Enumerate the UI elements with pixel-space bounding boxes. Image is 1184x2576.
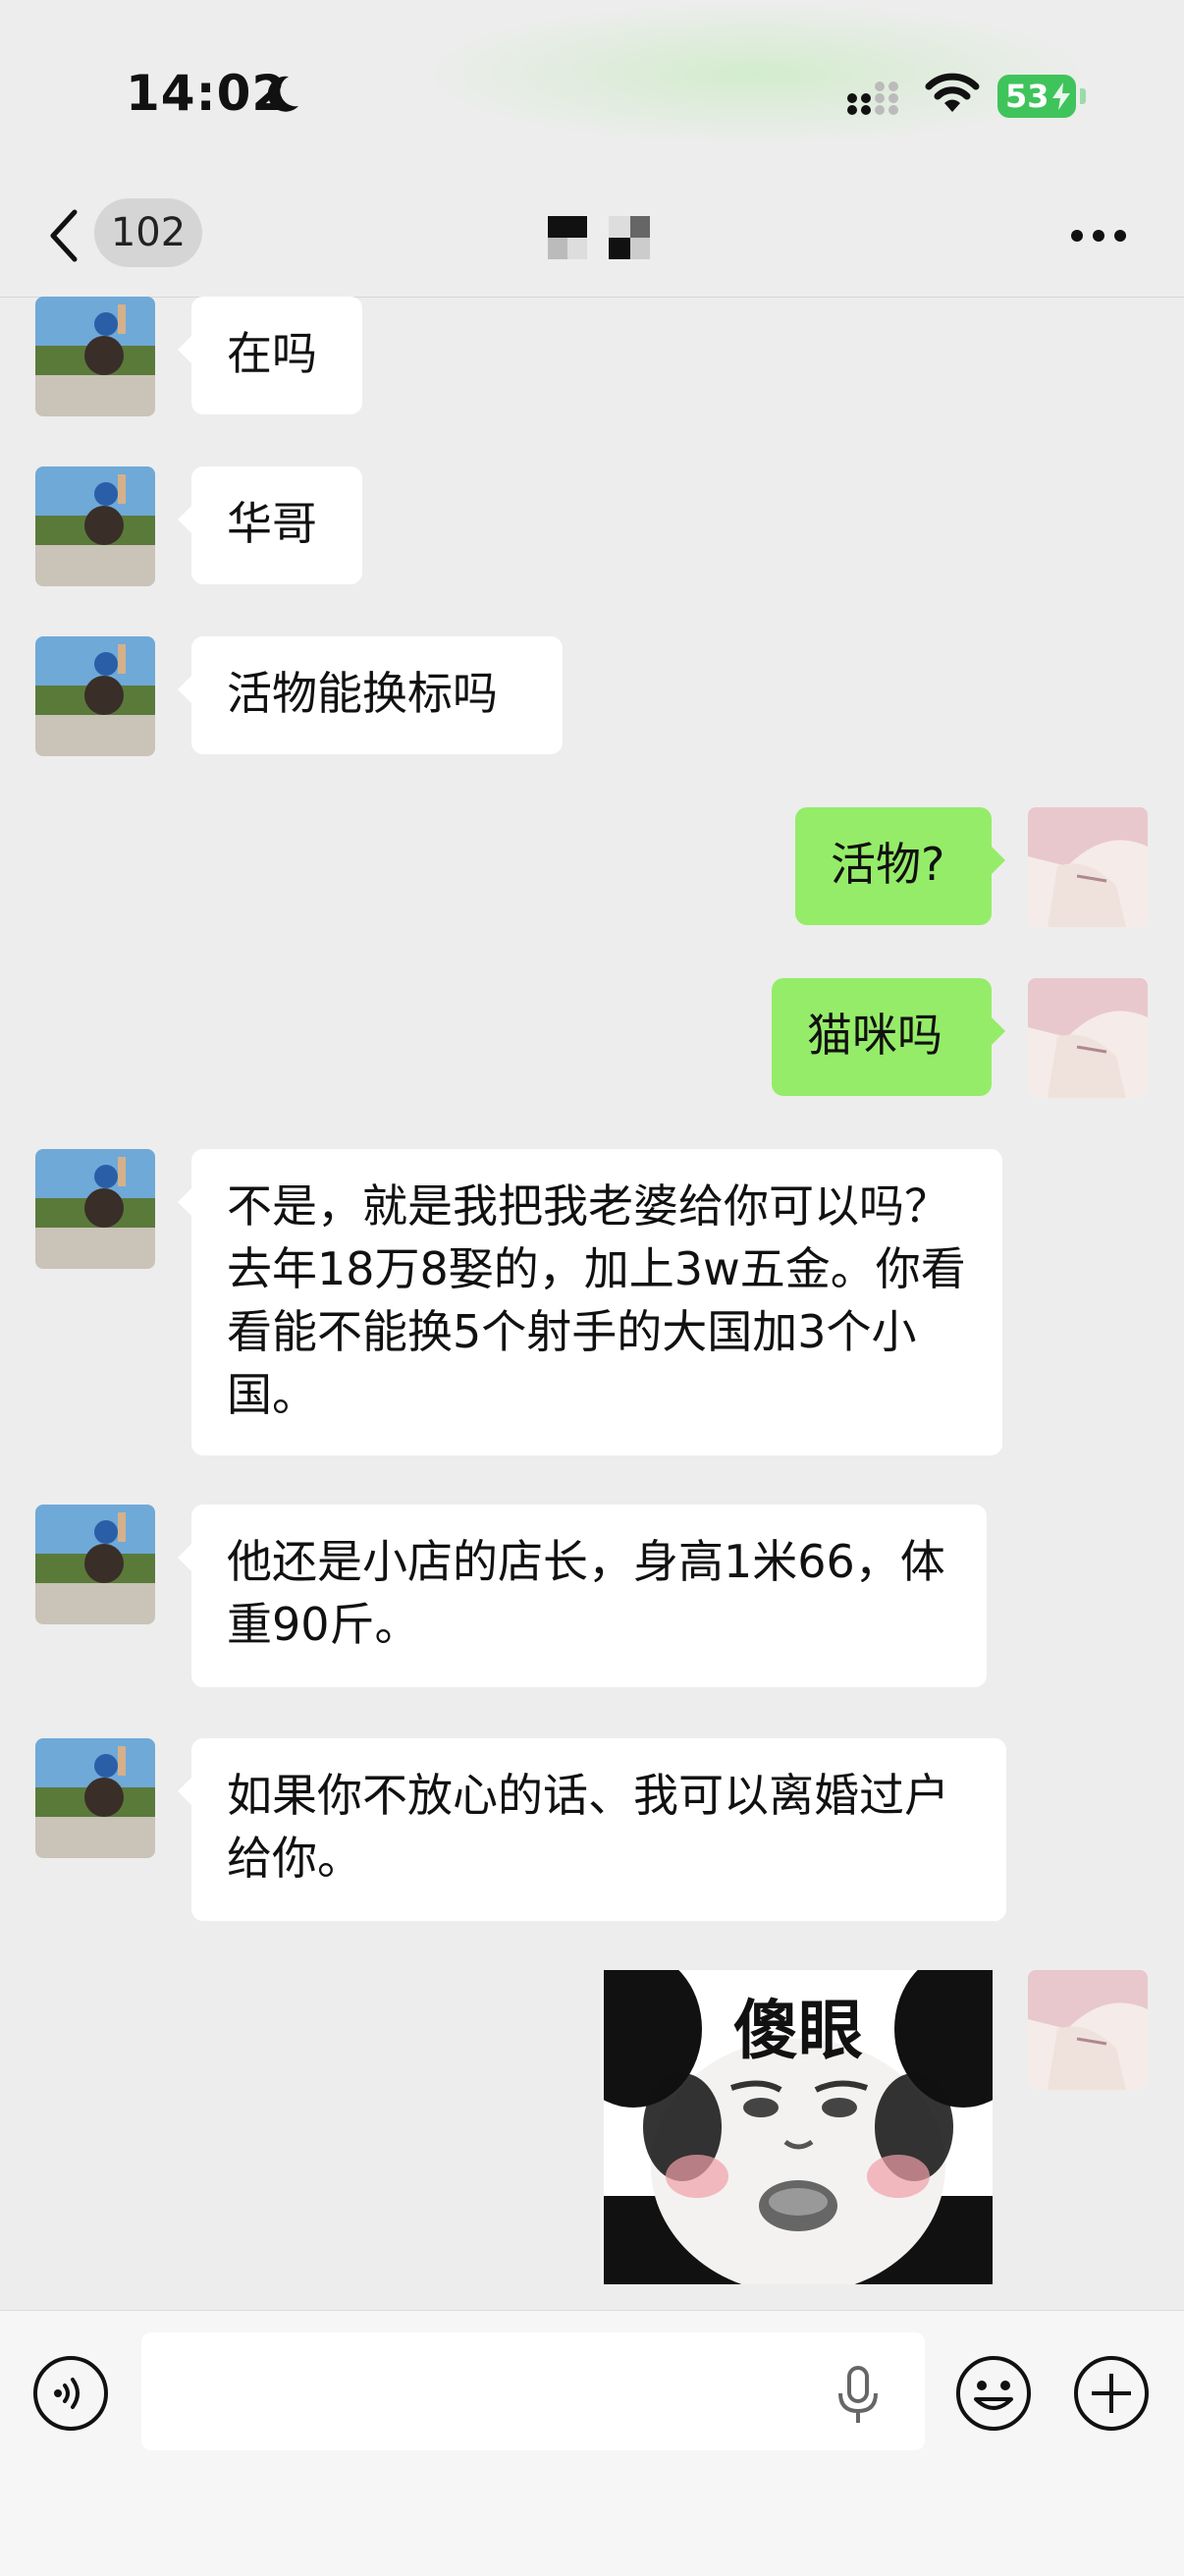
landscape-avatar-image (35, 466, 155, 586)
more-options-icon[interactable] (1070, 228, 1127, 244)
message-text: 华哥 (227, 497, 317, 550)
incoming-message-bubble[interactable]: 活物能换标吗 (178, 636, 563, 754)
emoji-icon[interactable] (954, 2354, 1033, 2433)
my-avatar[interactable] (1028, 807, 1148, 927)
contact-avatar[interactable] (35, 1738, 155, 1858)
microphone-icon[interactable] (834, 2364, 882, 2427)
message-text: 不是，就是我把我老婆给你可以吗？去年18万8娶的，加上3w五金。你看看能不能换5… (227, 1179, 966, 1421)
message-text: 活物? (831, 838, 945, 891)
message-text: 他还是小店的店长，身高1米66，体重90斤。 (227, 1535, 945, 1651)
plus-icon[interactable] (1072, 2354, 1151, 2433)
landscape-avatar-image (35, 1149, 155, 1269)
battery-level: 53 (1005, 78, 1049, 115)
panda-meme-sticker[interactable]: 傻眼 (604, 1970, 993, 2284)
outgoing-message-bubble[interactable]: 猫咪吗 (772, 978, 1005, 1096)
anime-avatar-image (1028, 978, 1148, 1098)
contact-avatar[interactable] (35, 466, 155, 586)
unread-count-badge[interactable]: 102 (94, 198, 202, 267)
landscape-avatar-image (35, 1505, 155, 1624)
contact-avatar[interactable] (35, 1149, 155, 1269)
my-avatar[interactable] (1028, 1970, 1148, 2090)
incoming-message-bubble[interactable]: 他还是小店的店长，身高1米66，体重90斤。 (178, 1505, 987, 1687)
sticker-caption: 傻眼 (733, 1993, 863, 2068)
landscape-avatar-image (35, 636, 155, 756)
status-bar-glow (412, 0, 1100, 147)
contact-avatar[interactable] (35, 297, 155, 416)
chat-input-bar (0, 2310, 1184, 2576)
voice-toggle-icon[interactable] (31, 2354, 110, 2433)
landscape-avatar-image (35, 297, 155, 416)
incoming-message-bubble[interactable]: 如果你不放心的话、我可以离婚过户给你。 (178, 1738, 1006, 1921)
my-avatar[interactable] (1028, 978, 1148, 1098)
charging-bolt-icon (1052, 82, 1070, 110)
message-input[interactable] (141, 2332, 925, 2450)
incoming-message-bubble[interactable]: 不是，就是我把我老婆给你可以吗？去年18万8娶的，加上3w五金。你看看能不能换5… (178, 1149, 1002, 1455)
chat-header: 102 (0, 177, 1184, 298)
anime-avatar-image (1028, 1970, 1148, 2090)
back-chevron-icon[interactable] (45, 204, 84, 267)
message-text: 猫咪吗 (807, 1009, 942, 1062)
anime-avatar-image (1028, 807, 1148, 927)
battery-cap (1080, 88, 1086, 104)
message-text: 如果你不放心的话、我可以离婚过户给你。 (227, 1769, 949, 1885)
wifi-icon (925, 73, 980, 112)
message-text: 在吗 (227, 327, 317, 380)
cellular-signal-icon (847, 82, 898, 115)
contact-avatar[interactable] (35, 1505, 155, 1624)
incoming-message-bubble[interactable]: 华哥 (178, 466, 362, 584)
outgoing-message-bubble[interactable]: 活物? (795, 807, 1005, 925)
status-bar: 14:02 53 (0, 0, 1184, 177)
incoming-message-bubble[interactable]: 在吗 (178, 297, 362, 414)
pixelated-contact-name (548, 216, 650, 259)
battery-indicator: 53 (997, 75, 1076, 118)
message-text: 活物能换标吗 (227, 667, 498, 720)
landscape-avatar-image (35, 1738, 155, 1858)
contact-avatar[interactable] (35, 636, 155, 756)
moon-icon (267, 76, 298, 112)
